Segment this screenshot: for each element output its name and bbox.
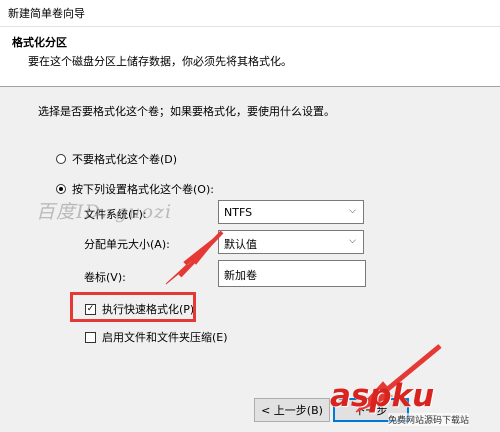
filesystem-select[interactable]: NTFS ⌵: [218, 200, 364, 224]
format-option[interactable]: 按下列设置格式化这个卷(O):: [56, 181, 214, 197]
page-subtitle: 要在这个磁盘分区上储存数据，你必须先将其格式化。: [28, 55, 292, 68]
alloc-size-label: 分配单元大小(A):: [84, 238, 170, 251]
back-button[interactable]: < 上一步(B): [254, 398, 330, 422]
chevron-down-icon: ⌵: [349, 206, 356, 216]
no-format-radio[interactable]: [56, 154, 66, 164]
alloc-size-select[interactable]: 默认值 ⌵: [218, 230, 364, 254]
format-radio[interactable]: [56, 184, 66, 194]
site-tagline: 免费网站源码下载站: [388, 413, 470, 426]
compression-label: 启用文件和文件夹压缩(E): [102, 331, 228, 344]
highlight-box: [70, 292, 196, 322]
watermark-text: 百度ID: guozi: [36, 201, 173, 223]
intro-text: 选择是否要格式化这个卷；如果要格式化，要使用什么设置。: [38, 105, 335, 118]
chevron-down-icon: ⌵: [349, 236, 356, 246]
window-title: 新建简单卷向导: [8, 7, 85, 20]
no-format-label: 不要格式化这个卷(D): [72, 153, 178, 166]
volume-label-input[interactable]: 新加卷: [218, 260, 366, 287]
format-label: 按下列设置格式化这个卷(O):: [72, 183, 214, 196]
alloc-size-value: 默认值: [224, 238, 257, 251]
volume-label-value: 新加卷: [224, 269, 257, 282]
filesystem-value: NTFS: [224, 206, 253, 219]
compression-checkbox[interactable]: 启用文件和文件夹压缩(E): [85, 329, 228, 345]
checkbox-box[interactable]: [85, 331, 96, 343]
back-button-label: < 上一步(B): [261, 404, 323, 417]
wizard-header: 格式化分区 要在这个磁盘分区上储存数据，你必须先将其格式化。: [0, 27, 500, 85]
page-title: 格式化分区: [12, 36, 67, 49]
site-logo: aspku: [330, 378, 435, 414]
volume-label-label: 卷标(V):: [84, 271, 126, 284]
no-format-option[interactable]: 不要格式化这个卷(D): [56, 151, 177, 167]
title-bar: 新建简单卷向导: [0, 0, 500, 27]
